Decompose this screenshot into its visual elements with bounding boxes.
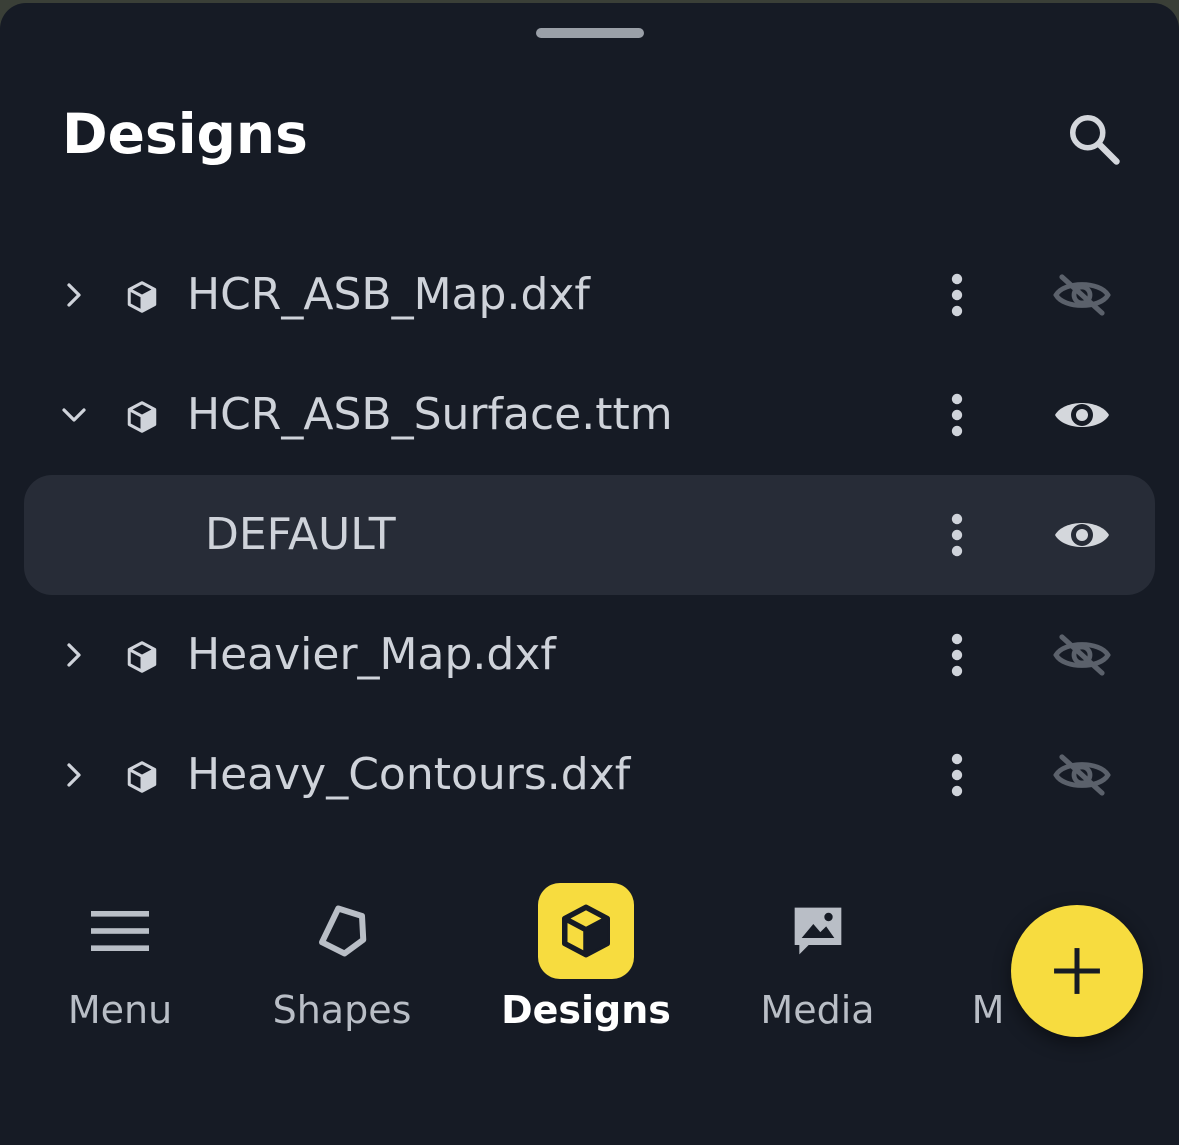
nav-item-shapes[interactable]: Shapes: [272, 883, 412, 1043]
add-button[interactable]: [1011, 905, 1143, 1037]
page-title: Designs: [62, 102, 308, 166]
design-row-heavy-contours[interactable]: Heavy_Contours.dxf: [24, 715, 1155, 835]
more-vertical-icon: [951, 273, 963, 317]
cube-icon: [122, 397, 162, 437]
design-name: HCR_ASB_Surface.ttm: [187, 389, 673, 440]
hamburger-icon: [72, 883, 168, 979]
more-options-button[interactable]: [932, 745, 982, 805]
eye-icon: [1055, 523, 1109, 547]
image-icon: [770, 883, 866, 979]
sheet-drag-handle[interactable]: [536, 28, 644, 38]
eye-off-icon: [1053, 634, 1111, 676]
chevron-down-icon: [62, 408, 86, 422]
layer-row-default[interactable]: DEFAULT: [24, 475, 1155, 595]
more-options-button[interactable]: [932, 625, 982, 685]
cube-icon: [538, 883, 634, 979]
pentagon-icon: [294, 883, 390, 979]
more-options-button[interactable]: [932, 505, 982, 565]
more-vertical-icon: [951, 393, 963, 437]
plus-icon: [1054, 948, 1100, 994]
nav-label: Shapes: [272, 988, 412, 1032]
search-button[interactable]: [1058, 103, 1130, 175]
design-name: Heavier_Map.dxf: [187, 629, 556, 680]
expand-toggle[interactable]: [54, 635, 94, 675]
cube-icon: [122, 637, 162, 677]
expand-toggle[interactable]: [54, 275, 94, 315]
more-vertical-icon: [951, 753, 963, 797]
layer-name: DEFAULT: [205, 509, 396, 560]
visibility-toggle[interactable]: [1046, 625, 1118, 685]
designs-sheet: Designs HCR_ASB_Map.dxf HCR_ASB_Surface.…: [0, 3, 1179, 1145]
search-icon: [1070, 115, 1120, 165]
design-name: HCR_ASB_Map.dxf: [187, 269, 590, 320]
nav-item-media[interactable]: Media: [755, 883, 880, 1043]
eye-off-icon: [1053, 754, 1111, 796]
visibility-toggle[interactable]: [1046, 265, 1118, 325]
design-row-hcr-asb-map[interactable]: HCR_ASB_Map.dxf: [24, 235, 1155, 355]
visibility-toggle[interactable]: [1046, 505, 1118, 565]
nav-item-menu[interactable]: Menu: [67, 883, 173, 1043]
nav-item-designs[interactable]: Designs: [501, 883, 671, 1043]
eye-off-icon: [1053, 274, 1111, 316]
nav-label: Designs: [501, 988, 671, 1032]
more-options-button[interactable]: [932, 265, 982, 325]
nav-icon-placeholder: [970, 883, 1006, 979]
nav-label: Media: [760, 988, 875, 1032]
visibility-toggle[interactable]: [1046, 745, 1118, 805]
more-vertical-icon: [951, 513, 963, 557]
more-vertical-icon: [951, 633, 963, 677]
chevron-right-icon: [67, 763, 81, 787]
chevron-right-icon: [67, 643, 81, 667]
expand-toggle[interactable]: [54, 395, 94, 435]
nav-label: M: [971, 988, 1005, 1032]
nav-item-more[interactable]: M: [970, 883, 1006, 1043]
expand-toggle[interactable]: [54, 755, 94, 795]
cube-icon: [122, 757, 162, 797]
bottom-navigation: Menu Shapes Designs Media M: [0, 883, 1179, 1053]
design-row-hcr-asb-surface[interactable]: HCR_ASB_Surface.ttm: [24, 355, 1155, 475]
design-row-heavier-map[interactable]: Heavier_Map.dxf: [24, 595, 1155, 715]
nav-label: Menu: [67, 988, 173, 1032]
cube-icon: [122, 277, 162, 317]
design-name: Heavy_Contours.dxf: [187, 749, 631, 800]
chevron-right-icon: [67, 283, 81, 307]
more-options-button[interactable]: [932, 385, 982, 445]
visibility-toggle[interactable]: [1046, 385, 1118, 445]
eye-icon: [1055, 403, 1109, 427]
